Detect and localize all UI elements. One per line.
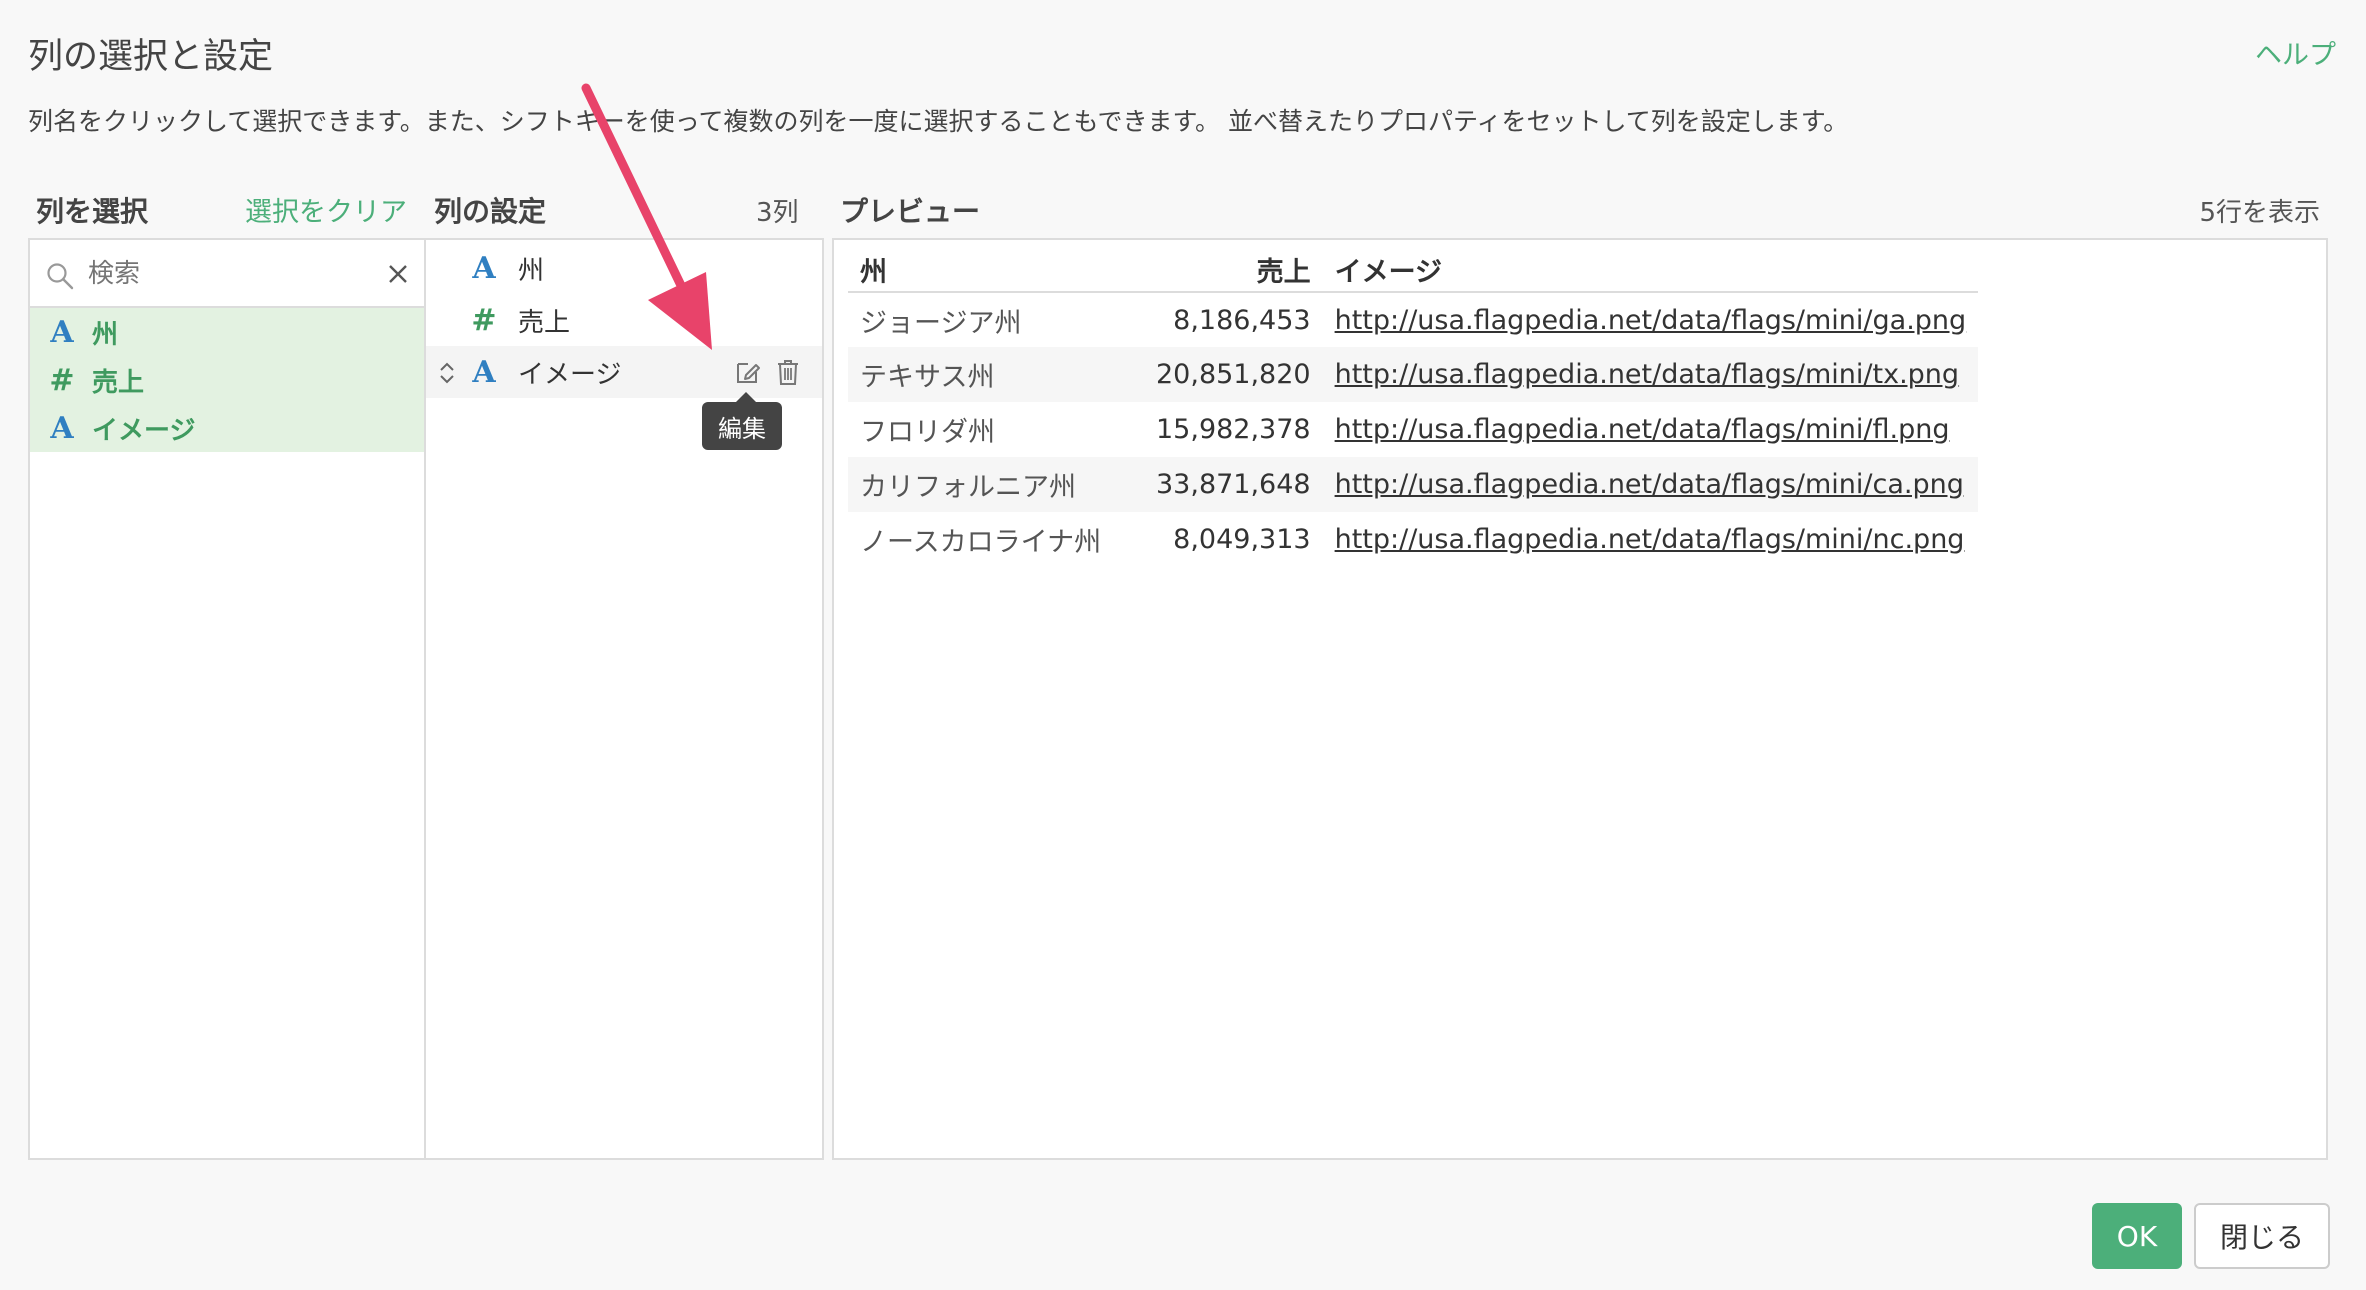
cell-image-link[interactable]: http://usa.flagpedia.net/data/flags/mini… <box>1322 457 1979 512</box>
search-icon <box>47 263 74 290</box>
cell-image-link[interactable]: http://usa.flagpedia.net/data/flags/mini… <box>1323 512 1979 567</box>
table-row: カリフォルニア州 33,871,648 http://usa.flagpedia… <box>848 457 1979 512</box>
cell-sales: 20,851,820 <box>1144 347 1323 402</box>
edit-icon[interactable] <box>734 358 762 386</box>
column-count: 3列 <box>756 198 799 228</box>
preview-rows-info: 5行を表示 <box>2199 198 2320 228</box>
dialog-title: 列の選択と設定 <box>28 37 274 77</box>
setting-row-label: 売上 <box>518 307 571 338</box>
table-row: フロリダ州 15,982,378 http://usa.flagpedia.ne… <box>848 402 1978 457</box>
column-list-item-image[interactable]: A イメージ <box>30 404 424 452</box>
table-row: ノースカロライナ州 8,049,313 http://usa.flagpedia… <box>848 512 1978 567</box>
drag-handle-icon[interactable] <box>438 361 456 385</box>
cell-state: ノースカロライナ州 <box>860 527 1102 558</box>
clear-selection-link[interactable]: 選択をクリア <box>245 190 407 229</box>
cell-state: ジョージア州 <box>860 307 1022 339</box>
string-type-icon: A <box>472 354 496 390</box>
cell-image-link[interactable]: http://usa.flagpedia.net/data/flags/mini… <box>1323 402 1979 457</box>
table-row: ジョージア州 8,186,453 http://usa.flagpedia.ne… <box>848 292 1978 347</box>
help-link[interactable]: ヘルプ <box>2255 33 2336 72</box>
preview-table: 州 売上 イメージ ジョージア州 8,186,453 http://usa.fl… <box>848 248 1979 567</box>
column-list-item-label: 売上 <box>92 367 145 398</box>
cell-sales: 8,049,313 <box>1173 524 1311 555</box>
column-settings-title: 列の設定 <box>434 195 547 228</box>
number-type-icon: # <box>471 302 497 338</box>
trash-icon[interactable] <box>776 358 800 386</box>
setting-row-image[interactable]: A イメージ <box>426 346 822 398</box>
edit-tooltip: 編集 <box>702 392 782 450</box>
search-box <box>30 240 424 308</box>
string-type-icon: A <box>472 250 496 286</box>
select-columns-title: 列を選択 <box>36 195 149 228</box>
header-state: 州 <box>848 248 1144 293</box>
header-sales: 売上 <box>1144 248 1323 293</box>
cell-image-link[interactable]: http://usa.flagpedia.net/data/flags/mini… <box>1323 292 1979 347</box>
setting-row-label: イメージ <box>518 359 622 390</box>
column-list-item-label: イメージ <box>92 415 196 446</box>
cell-state: テキサス州 <box>848 347 1144 402</box>
column-list-item-label: 州 <box>92 319 119 350</box>
number-type-icon: # <box>49 362 75 398</box>
column-settings-panel: A 州 # 売上 A イメージ 編集 <box>426 238 824 1160</box>
setting-row-sales[interactable]: # 売上 <box>426 294 822 346</box>
cell-image-link[interactable]: http://usa.flagpedia.net/data/flags/mini… <box>1322 347 1979 402</box>
cell-sales: 33,871,648 <box>1144 457 1323 512</box>
string-type-icon: A <box>50 410 74 446</box>
table-row: テキサス州 20,851,820 http://usa.flagpedia.ne… <box>848 347 1979 402</box>
column-list-item-sales[interactable]: # 売上 <box>30 356 424 404</box>
cell-sales: 8,186,453 <box>1173 304 1311 336</box>
cell-state: フロリダ州 <box>860 417 995 448</box>
cell-sales: 15,982,378 <box>1156 414 1311 445</box>
column-list-item-state[interactable]: A 州 <box>30 308 424 356</box>
preview-title: プレビュー <box>840 195 981 228</box>
ok-button[interactable]: OK <box>2092 1203 2182 1269</box>
setting-row-state[interactable]: A 州 <box>426 242 822 294</box>
dialog-description: 列名をクリックして選択できます。また、シフトキーを使って複数の列を一度に選択する… <box>28 107 1849 136</box>
string-type-icon: A <box>50 314 74 350</box>
cell-state: カリフォルニア州 <box>848 457 1144 512</box>
header-image: イメージ <box>1322 248 1979 293</box>
close-button[interactable]: 閉じる <box>2194 1203 2330 1269</box>
setting-row-label: 州 <box>518 255 545 286</box>
search-input[interactable] <box>88 254 388 294</box>
column-select-panel: A 州 # 売上 A イメージ <box>28 238 426 1160</box>
preview-panel: 州 売上 イメージ ジョージア州 8,186,453 http://usa.fl… <box>832 238 2328 1160</box>
clear-search-icon[interactable] <box>386 262 410 286</box>
preview-header-row: 州 売上 イメージ <box>848 248 1979 293</box>
